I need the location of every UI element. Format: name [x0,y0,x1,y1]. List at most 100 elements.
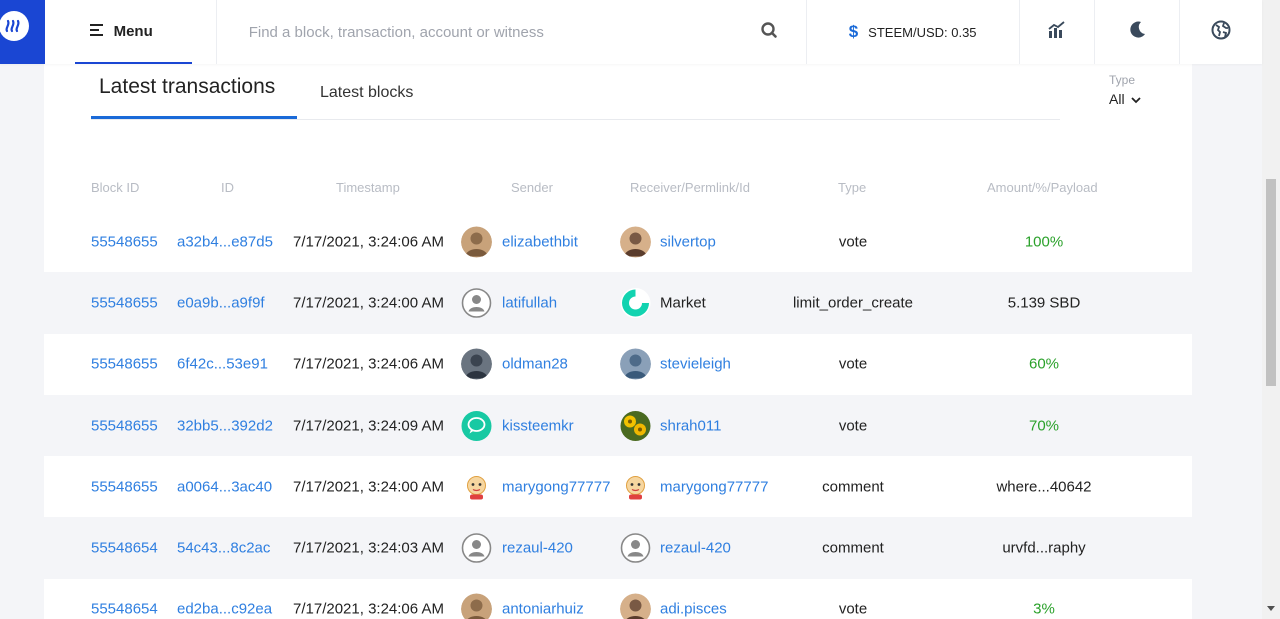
transaction-id-link[interactable]: 54c43...8c2ac [177,540,270,557]
amount-value: 60% [1028,355,1060,373]
tab-latest-blocks[interactable]: Latest blocks [320,84,413,102]
column-header-timestamp: Timestamp [336,180,400,195]
transaction-type: vote [838,233,868,251]
block-id-link[interactable]: 55548654 [91,601,158,618]
sender-link[interactable]: rezaul-420 [502,540,573,557]
block-id-link[interactable]: 55548655 [91,478,158,495]
default-user-avatar-icon[interactable] [620,533,651,564]
block-id-link[interactable]: 55548655 [91,233,158,250]
timestamp: 7/17/2021, 3:24:06 AM [293,600,444,618]
steem-logo[interactable] [0,0,45,64]
globe-icon [1211,20,1231,45]
photo-avatar-icon[interactable] [461,226,492,258]
sender-link[interactable]: latifullah [502,294,557,311]
table-row: 55548655 a0064...3ac40 7/17/2021, 3:24:00 … [44,456,1192,517]
moon-icon [1127,20,1147,45]
chevron-down-icon [1130,91,1141,107]
search-input[interactable] [248,23,709,41]
table-row: 55548655 a32b4...e87d5 7/17/2021, 3:24:06 … [44,211,1192,272]
default-user-avatar-icon[interactable] [461,287,492,318]
column-header-sender: Sender [511,180,553,195]
transaction-id-link[interactable]: a32b4...e87d5 [177,233,273,250]
transaction-type: comment [822,478,884,496]
sender-link[interactable]: antoniarhuiz [502,601,584,618]
photo-avatar-icon[interactable] [620,226,651,258]
dark-mode-toggle[interactable] [1095,0,1180,64]
amount-value: 3% [1033,600,1055,618]
transaction-id-link[interactable]: 32bb5...392d2 [177,417,273,434]
transaction-type: vote [838,417,868,435]
table-row: 55548655 e0a9b...a9f9f 7/17/2021, 3:24:00 … [44,272,1192,334]
cartoon-avatar-icon[interactable] [461,471,492,502]
menu-button[interactable]: Menu [74,0,192,64]
timestamp: 7/17/2021, 3:24:00 AM [293,478,444,496]
chart-icon [1047,20,1067,44]
search-icon[interactable] [760,21,778,44]
table-row: 55548655 32bb5...392d2 7/17/2021, 3:24:09 … [44,394,1192,457]
chart-button[interactable] [1020,0,1094,64]
cartoon-avatar-icon[interactable] [620,471,651,502]
block-id-link[interactable]: 55548655 [91,356,158,373]
transaction-id-link[interactable]: a0064...3ac40 [177,478,272,495]
default-user-avatar-icon[interactable] [461,533,492,564]
column-header-type: Type [838,180,867,195]
receiver-label: Market [660,294,706,312]
photo-avatar-icon[interactable] [620,348,651,380]
scrollbar-thumb[interactable] [1266,179,1276,386]
search-bar [217,0,806,64]
photo-avatar-icon[interactable] [620,593,651,619]
transactions-table-body: 55548655 a32b4...e87d5 7/17/2021, 3:24:06 … [44,211,1192,619]
active-tab-indicator [91,116,297,119]
amount-value: urvfd...raphy [1002,539,1086,557]
timestamp: 7/17/2021, 3:24:06 AM [293,355,444,373]
top-bar: Menu $ STEEM/USD: 0.35 [0,0,1262,64]
column-header-block-id: Block ID [91,180,140,195]
column-header-id: ID [221,180,234,195]
table-row: 55548654 54c43...8c2ac 7/17/2021, 3:24:03 … [44,517,1192,579]
photo-avatar-icon[interactable] [461,593,492,619]
sender-link[interactable]: marygong77777 [502,478,610,495]
type-filter[interactable]: Type All [1109,73,1141,107]
transaction-id-link[interactable]: e0a9b...a9f9f [177,294,265,311]
market-logo-icon [620,287,651,318]
transaction-id-link[interactable]: 6f42c...53e91 [177,356,268,373]
photo-avatar-icon[interactable] [461,348,492,380]
table-header: Block ID ID Timestamp Sender Receiver/Pe… [44,180,1192,198]
transaction-type: limit_order_create [792,294,914,312]
timestamp: 7/17/2021, 3:24:03 AM [293,539,444,557]
column-header-amount: Amount/%/Payload [987,180,1098,195]
transactions-panel: Latest transactions Latest blocks Type A… [44,64,1192,619]
amount-value: 70% [1028,417,1060,435]
sender-link[interactable]: elizabethbit [502,233,578,250]
tab-latest-transactions[interactable]: Latest transactions [99,75,275,99]
receiver-link[interactable]: stevieleigh [660,356,731,373]
block-id-link[interactable]: 55548655 [91,294,158,311]
amount-value: where...40642 [996,478,1092,496]
block-id-link[interactable]: 55548655 [91,417,158,434]
transaction-id-link[interactable]: ed2ba...c92ea [177,601,272,618]
hamburger-icon [89,23,104,40]
dollar-icon: $ [848,22,859,41]
flower-avatar-icon[interactable] [620,410,651,441]
receiver-link[interactable]: rezaul-420 [660,540,731,557]
type-filter-value: All [1109,91,1125,107]
receiver-link[interactable]: shrah011 [660,417,721,434]
vertical-scrollbar[interactable] [1262,0,1280,619]
sender-link[interactable]: oldman28 [502,356,568,373]
block-id-link[interactable]: 55548654 [91,540,158,557]
receiver-link[interactable]: adi.pisces [660,601,727,618]
sender-link[interactable]: kissteemkr [502,417,574,434]
green-chat-avatar-icon[interactable] [461,410,492,441]
steem-logo-icon [0,11,30,41]
column-header-receiver: Receiver/Permlink/Id [630,180,750,195]
transaction-type: vote [838,600,868,618]
receiver-link[interactable]: silvertop [660,233,716,250]
scroll-down-arrow-icon[interactable] [1267,606,1275,611]
timestamp: 7/17/2021, 3:24:06 AM [293,233,444,251]
table-row: 55548654 ed2ba...c92ea 7/17/2021, 3:24:06 … [44,579,1192,619]
amount-value: 5.139 SBD [1007,294,1081,312]
timestamp: 7/17/2021, 3:24:00 AM [293,294,444,312]
language-button[interactable] [1180,0,1262,64]
timestamp: 7/17/2021, 3:24:09 AM [293,417,444,435]
receiver-link[interactable]: marygong77777 [660,478,768,495]
